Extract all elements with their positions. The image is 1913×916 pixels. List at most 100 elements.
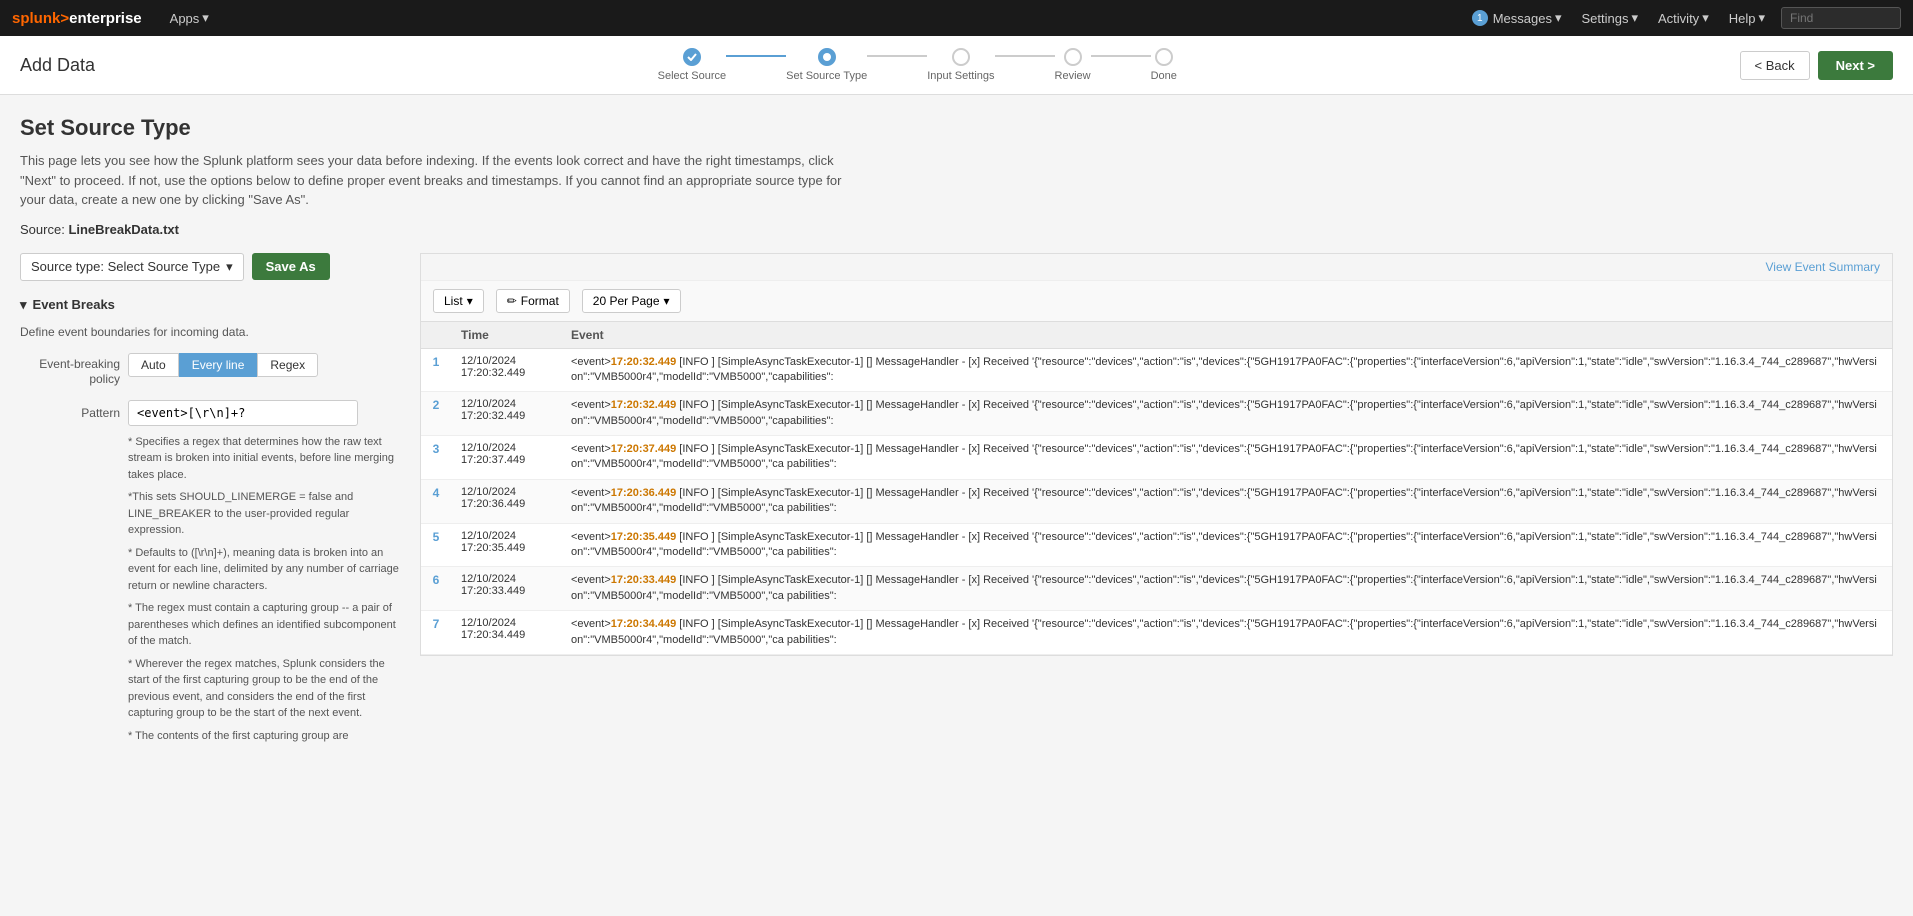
chevron-down-icon: ▾	[202, 10, 209, 26]
table-row: 212/10/202417:20:32.449<event>17:20:32.4…	[421, 392, 1892, 436]
format-label: Format	[521, 294, 559, 308]
row-time: 12/10/202417:20:35.449	[451, 523, 561, 567]
step-label-1: Select Source	[658, 70, 726, 82]
source-type-row: Source type: Select Source Type ▾ Save A…	[20, 253, 404, 281]
event-table: Time Event 112/10/202417:20:32.449<event…	[421, 322, 1892, 655]
help-text-1: * Specifies a regex that determines how …	[128, 434, 404, 484]
left-panel: Source type: Select Source Type ▾ Save A…	[20, 253, 420, 751]
row-time: 12/10/202417:20:32.449	[451, 348, 561, 392]
step-connector-3	[995, 55, 1055, 57]
row-num: 4	[421, 479, 451, 523]
step-circle-2	[818, 48, 836, 66]
nav-help-label: Help	[1729, 11, 1756, 26]
nav-apps-label: Apps	[170, 11, 200, 26]
pattern-input[interactable]	[128, 400, 358, 426]
next-button[interactable]: Next >	[1818, 51, 1893, 80]
table-row: 112/10/202417:20:32.449<event>17:20:32.4…	[421, 348, 1892, 392]
step-done: Done	[1151, 48, 1177, 82]
step-connector-2	[867, 55, 927, 57]
event-breaks-label: Event Breaks	[33, 297, 115, 312]
col-header-time: Time	[451, 322, 561, 349]
help-text-5: * Wherever the regex matches, Splunk con…	[128, 656, 404, 722]
table-toolbar: List ▾ ✏ Format 20 Per Page ▾	[421, 281, 1892, 322]
page-description: This page lets you see how the Splunk pl…	[20, 151, 870, 210]
nav-activity[interactable]: Activity ▾	[1654, 10, 1713, 26]
step-connector-1	[726, 55, 786, 57]
row-num: 6	[421, 567, 451, 611]
table-row: 712/10/202417:20:34.449<event>17:20:34.4…	[421, 611, 1892, 655]
step-circle-1	[683, 48, 701, 66]
nav-activity-label: Activity	[1658, 11, 1699, 26]
save-as-button[interactable]: Save As	[252, 253, 330, 280]
step-label-2: Set Source Type	[786, 70, 867, 82]
chevron-down-icon: ▾	[20, 297, 27, 313]
back-button[interactable]: < Back	[1740, 51, 1810, 80]
row-num: 2	[421, 392, 451, 436]
time-highlight: 17:20:33.449	[611, 574, 676, 586]
source-type-select[interactable]: Source type: Select Source Type ▾	[20, 253, 244, 281]
nav-messages[interactable]: 1 Messages ▾	[1468, 10, 1566, 26]
chevron-down-icon: ▾	[226, 259, 233, 275]
col-header-num	[421, 322, 451, 349]
help-text-2: *This sets SHOULD_LINEMERGE = false and …	[128, 489, 404, 539]
row-time: 12/10/202417:20:34.449	[451, 611, 561, 655]
chevron-down-icon: ▾	[467, 294, 473, 308]
row-event: <event>17:20:32.449 [INFO ] [SimpleAsync…	[561, 392, 1892, 436]
wizard-header: Add Data Select Source Set Source Type I…	[0, 36, 1913, 95]
section-description: Define event boundaries for incoming dat…	[20, 325, 404, 339]
step-label-3: Input Settings	[927, 70, 994, 82]
event-breaks-section[interactable]: ▾ Event Breaks	[20, 297, 404, 313]
add-data-title: Add Data	[20, 55, 95, 76]
row-num: 1	[421, 348, 451, 392]
step-select-source: Select Source	[658, 48, 726, 82]
right-panel: View Event Summary List ▾ ✏ Format 20 Pe…	[420, 253, 1893, 656]
help-text-6: * The contents of the first capturing gr…	[128, 728, 404, 745]
find-input[interactable]	[1781, 7, 1901, 29]
policy-label: Event-breakingpolicy	[20, 353, 120, 388]
policy-buttons: Auto Every line Regex	[128, 353, 318, 377]
per-page-button[interactable]: 20 Per Page ▾	[582, 289, 681, 313]
policy-btn-auto[interactable]: Auto	[128, 353, 179, 377]
time-highlight: 17:20:35.449	[611, 531, 676, 543]
policy-btn-every-line[interactable]: Every line	[179, 353, 258, 377]
step-label-4: Review	[1055, 70, 1091, 82]
nav-apps[interactable]: Apps ▾	[166, 10, 213, 26]
nav-settings-label: Settings	[1582, 11, 1629, 26]
wizard-buttons: < Back Next >	[1740, 51, 1894, 80]
pattern-row: Pattern	[20, 400, 404, 426]
policy-btn-regex[interactable]: Regex	[257, 353, 318, 377]
nav-settings[interactable]: Settings ▾	[1578, 10, 1643, 26]
wizard-steps: Select Source Set Source Type Input Sett…	[135, 48, 1699, 82]
splunk-logo: splunk>enterprise	[12, 10, 142, 27]
row-event: <event>17:20:32.449 [INFO ] [SimpleAsync…	[561, 348, 1892, 392]
row-num: 5	[421, 523, 451, 567]
row-event: <event>17:20:33.449 [INFO ] [SimpleAsync…	[561, 567, 1892, 611]
step-label-5: Done	[1151, 70, 1177, 82]
list-button[interactable]: List ▾	[433, 289, 484, 313]
source-file-link[interactable]: LineBreakData.txt	[68, 222, 179, 237]
chevron-down-icon: ▾	[1555, 10, 1562, 26]
format-button[interactable]: ✏ Format	[496, 289, 570, 313]
view-event-summary-link[interactable]: View Event Summary	[1766, 260, 1881, 274]
top-nav: splunk>enterprise Apps ▾ 1 Messages ▾ Se…	[0, 0, 1913, 36]
row-time: 12/10/202417:20:37.449	[451, 436, 561, 480]
help-text-3: * Defaults to ([\r\n]+), meaning data is…	[128, 545, 404, 595]
chevron-down-icon: ▾	[1631, 10, 1638, 26]
page-title: Set Source Type	[20, 115, 1893, 141]
step-review: Review	[1055, 48, 1091, 82]
pattern-label: Pattern	[20, 400, 120, 420]
step-connector-4	[1091, 55, 1151, 57]
source-line: Source: LineBreakData.txt	[20, 222, 1893, 237]
row-time: 12/10/202417:20:36.449	[451, 479, 561, 523]
row-event: <event>17:20:34.449 [INFO ] [SimpleAsync…	[561, 611, 1892, 655]
chevron-down-icon: ▾	[664, 294, 670, 308]
table-row: 512/10/202417:20:35.449<event>17:20:35.4…	[421, 523, 1892, 567]
col-header-event: Event	[561, 322, 1892, 349]
time-highlight: 17:20:34.449	[611, 618, 676, 630]
policy-row: Event-breakingpolicy Auto Every line Reg…	[20, 353, 404, 388]
nav-help[interactable]: Help ▾	[1725, 10, 1769, 26]
time-highlight: 17:20:32.449	[611, 399, 676, 411]
two-col-layout: Source type: Select Source Type ▾ Save A…	[20, 253, 1893, 751]
table-row: 312/10/202417:20:37.449<event>17:20:37.4…	[421, 436, 1892, 480]
row-num: 3	[421, 436, 451, 480]
